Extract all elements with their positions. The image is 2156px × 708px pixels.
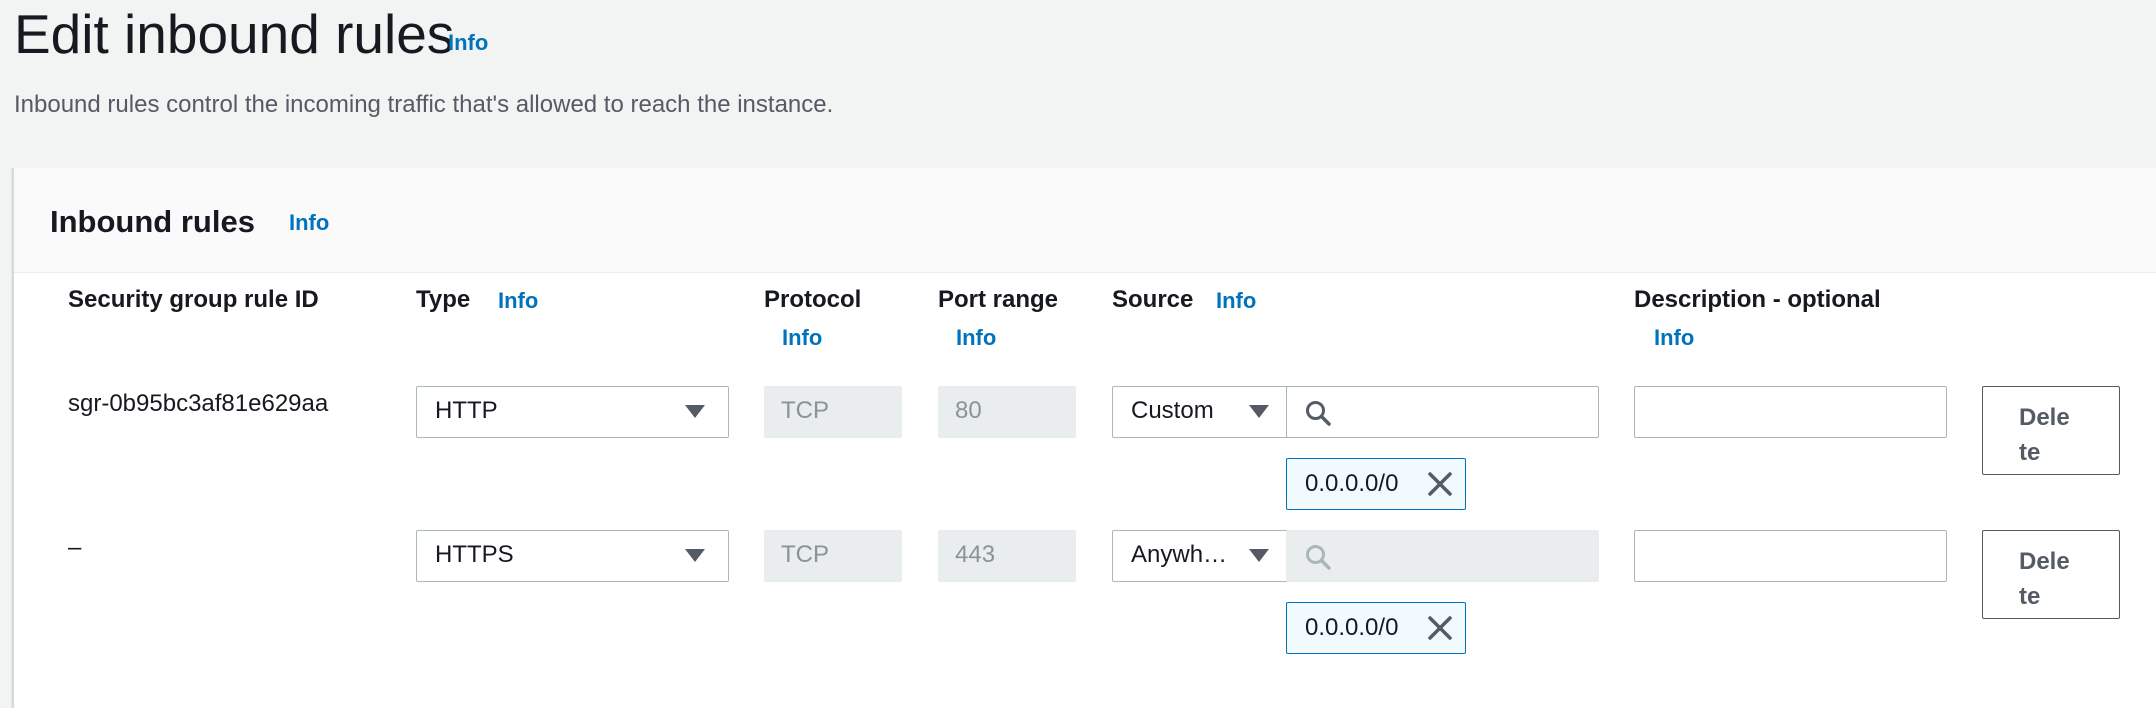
column-header-protocol: Protocol (764, 286, 862, 313)
column-header-description: Description - optional (1634, 286, 1881, 313)
page-title-info-link[interactable]: Info (448, 30, 488, 56)
caret-down-icon (685, 549, 705, 562)
panel-header: Inbound rules Info (14, 168, 2156, 273)
port-range-value: 443 (955, 541, 996, 568)
source-cidr-value: 0.0.0.0/0 (1305, 470, 1399, 497)
protocol-value: TCP (781, 397, 829, 424)
delete-button-label: Delete (2019, 403, 2070, 466)
source-info-link[interactable]: Info (1216, 288, 1256, 314)
port-range-field: 80 (938, 386, 1076, 438)
source-search-input[interactable] (1343, 393, 1587, 433)
port-range-info-link[interactable]: Info (956, 325, 996, 351)
delete-rule-button[interactable]: Delete (1982, 386, 2120, 475)
page-description: Inbound rules control the incoming traff… (14, 91, 834, 118)
source-type-value: Custom (1131, 397, 1214, 424)
type-select[interactable]: HTTPS (416, 530, 729, 582)
column-header-port-range: Port range (938, 286, 1059, 313)
protocol-field: TCP (764, 386, 902, 438)
inbound-rules-panel: Inbound rules Info Security group rule I… (12, 168, 2156, 708)
source-search-input (1343, 537, 1587, 577)
close-icon[interactable] (1427, 471, 1453, 497)
page-title: Edit inbound rules (14, 3, 455, 65)
type-select[interactable]: HTTP (416, 386, 729, 438)
column-header-type: Type (416, 286, 471, 313)
source-search-box (1286, 386, 1599, 438)
source-type-select[interactable]: Anywh… (1112, 530, 1288, 582)
close-icon[interactable] (1427, 615, 1453, 641)
type-select-value: HTTPS (435, 541, 514, 568)
delete-button-label: Delete (2019, 547, 2070, 610)
column-header-source: Source (1112, 286, 1194, 313)
description-input[interactable] (1634, 530, 1947, 582)
rule-id: – (68, 534, 82, 561)
column-header-rule-id: Security group rule ID (68, 286, 319, 313)
source-type-value: Anywh… (1131, 541, 1228, 568)
caret-down-icon (1249, 549, 1269, 562)
type-info-link[interactable]: Info (498, 288, 538, 314)
protocol-info-link[interactable]: Info (782, 325, 822, 351)
description-info-link[interactable]: Info (1654, 325, 1694, 351)
panel-info-link[interactable]: Info (289, 210, 329, 236)
caret-down-icon (685, 405, 705, 418)
protocol-field: TCP (764, 530, 902, 582)
source-type-select[interactable]: Custom (1112, 386, 1288, 438)
port-range-value: 80 (955, 397, 982, 424)
delete-rule-button[interactable]: Delete (1982, 530, 2120, 619)
caret-down-icon (1249, 405, 1269, 418)
port-range-field: 443 (938, 530, 1076, 582)
search-icon (1306, 401, 1331, 426)
source-cidr-value: 0.0.0.0/0 (1305, 614, 1399, 641)
source-cidr-token: 0.0.0.0/0 (1286, 458, 1466, 510)
description-input[interactable] (1634, 386, 1947, 438)
source-search-box (1286, 530, 1599, 582)
protocol-value: TCP (781, 541, 829, 568)
type-select-value: HTTP (435, 397, 498, 424)
source-cidr-token: 0.0.0.0/0 (1286, 602, 1466, 654)
rule-id: sgr-0b95bc3af81e629aa (68, 390, 329, 417)
search-icon (1306, 545, 1331, 570)
panel-title: Inbound rules (50, 204, 255, 239)
